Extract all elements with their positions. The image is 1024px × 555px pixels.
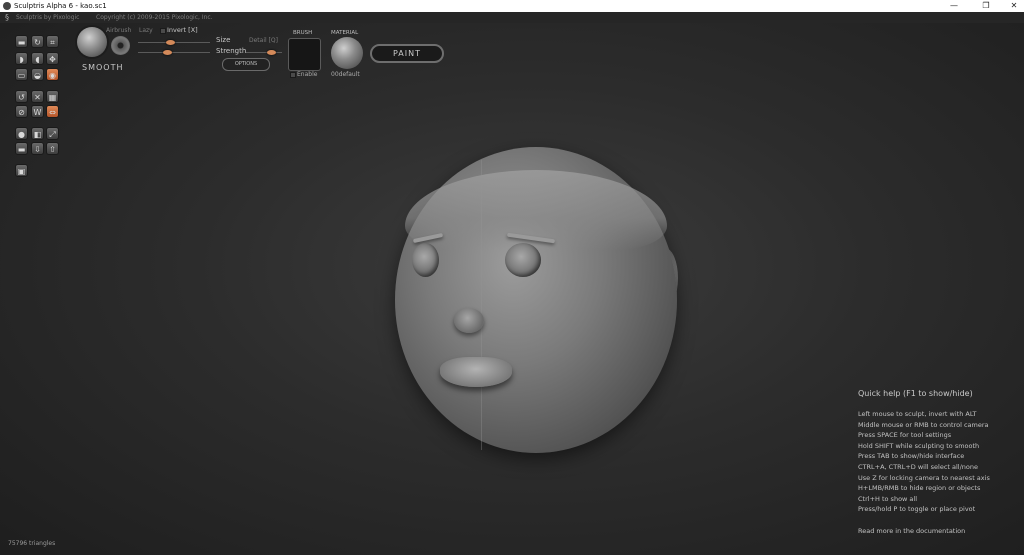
window-titlebar: Sculptris Alpha 6 - kao.sc1 — ❐ ✕: [0, 0, 1024, 12]
model-left-eye: [412, 243, 439, 277]
close-button[interactable]: ✕: [1000, 0, 1024, 12]
help-line: Press SPACE for tool settings: [858, 431, 952, 440]
model-symmetry-seam: [481, 160, 482, 450]
help-line: Use Z for locking camera to nearest axis: [858, 473, 990, 482]
quick-help-list: Left mouse to sculpt, invert with ALT Mi…: [858, 409, 990, 515]
sculptris-app-icon: [3, 2, 11, 10]
documentation-link[interactable]: Read more in the documentation: [858, 527, 965, 535]
help-line: CTRL+A, CTRL+D will select all/none: [858, 462, 979, 471]
help-line: Left mouse to sculpt, invert with ALT: [858, 410, 977, 418]
maximize-button[interactable]: ❐: [972, 0, 1000, 12]
help-line: Press/hold P to toggle or place pivot: [858, 505, 976, 514]
help-line: Ctrl+H to show all: [858, 494, 918, 503]
quick-help-title: Quick help (F1 to show/hide): [858, 389, 973, 398]
copyright-text: Copyright (c) 2009-2015 Pixologic, Inc.: [96, 14, 213, 21]
triangle-count: 75796 triangles: [8, 540, 56, 547]
pixologic-logo-icon: §: [5, 13, 9, 22]
app-name: Sculptris by Pixologic: [16, 14, 80, 21]
app-header: § Sculptris by Pixologic Copyright (c) 2…: [0, 12, 1024, 23]
model-mouth: [440, 357, 512, 387]
window-title: Sculptris Alpha 6 - kao.sc1: [14, 2, 107, 10]
help-line: H+LMB/RMB to hide region or objects: [858, 484, 981, 493]
model-right-eye: [505, 243, 541, 277]
help-line: Middle mouse or RMB to control camera: [858, 420, 989, 429]
help-line: Press TAB to show/hide interface: [858, 452, 965, 461]
minimize-button[interactable]: —: [940, 0, 968, 12]
help-line: Hold SHIFT while sculpting to smooth: [858, 441, 980, 450]
model-nose: [454, 308, 484, 333]
